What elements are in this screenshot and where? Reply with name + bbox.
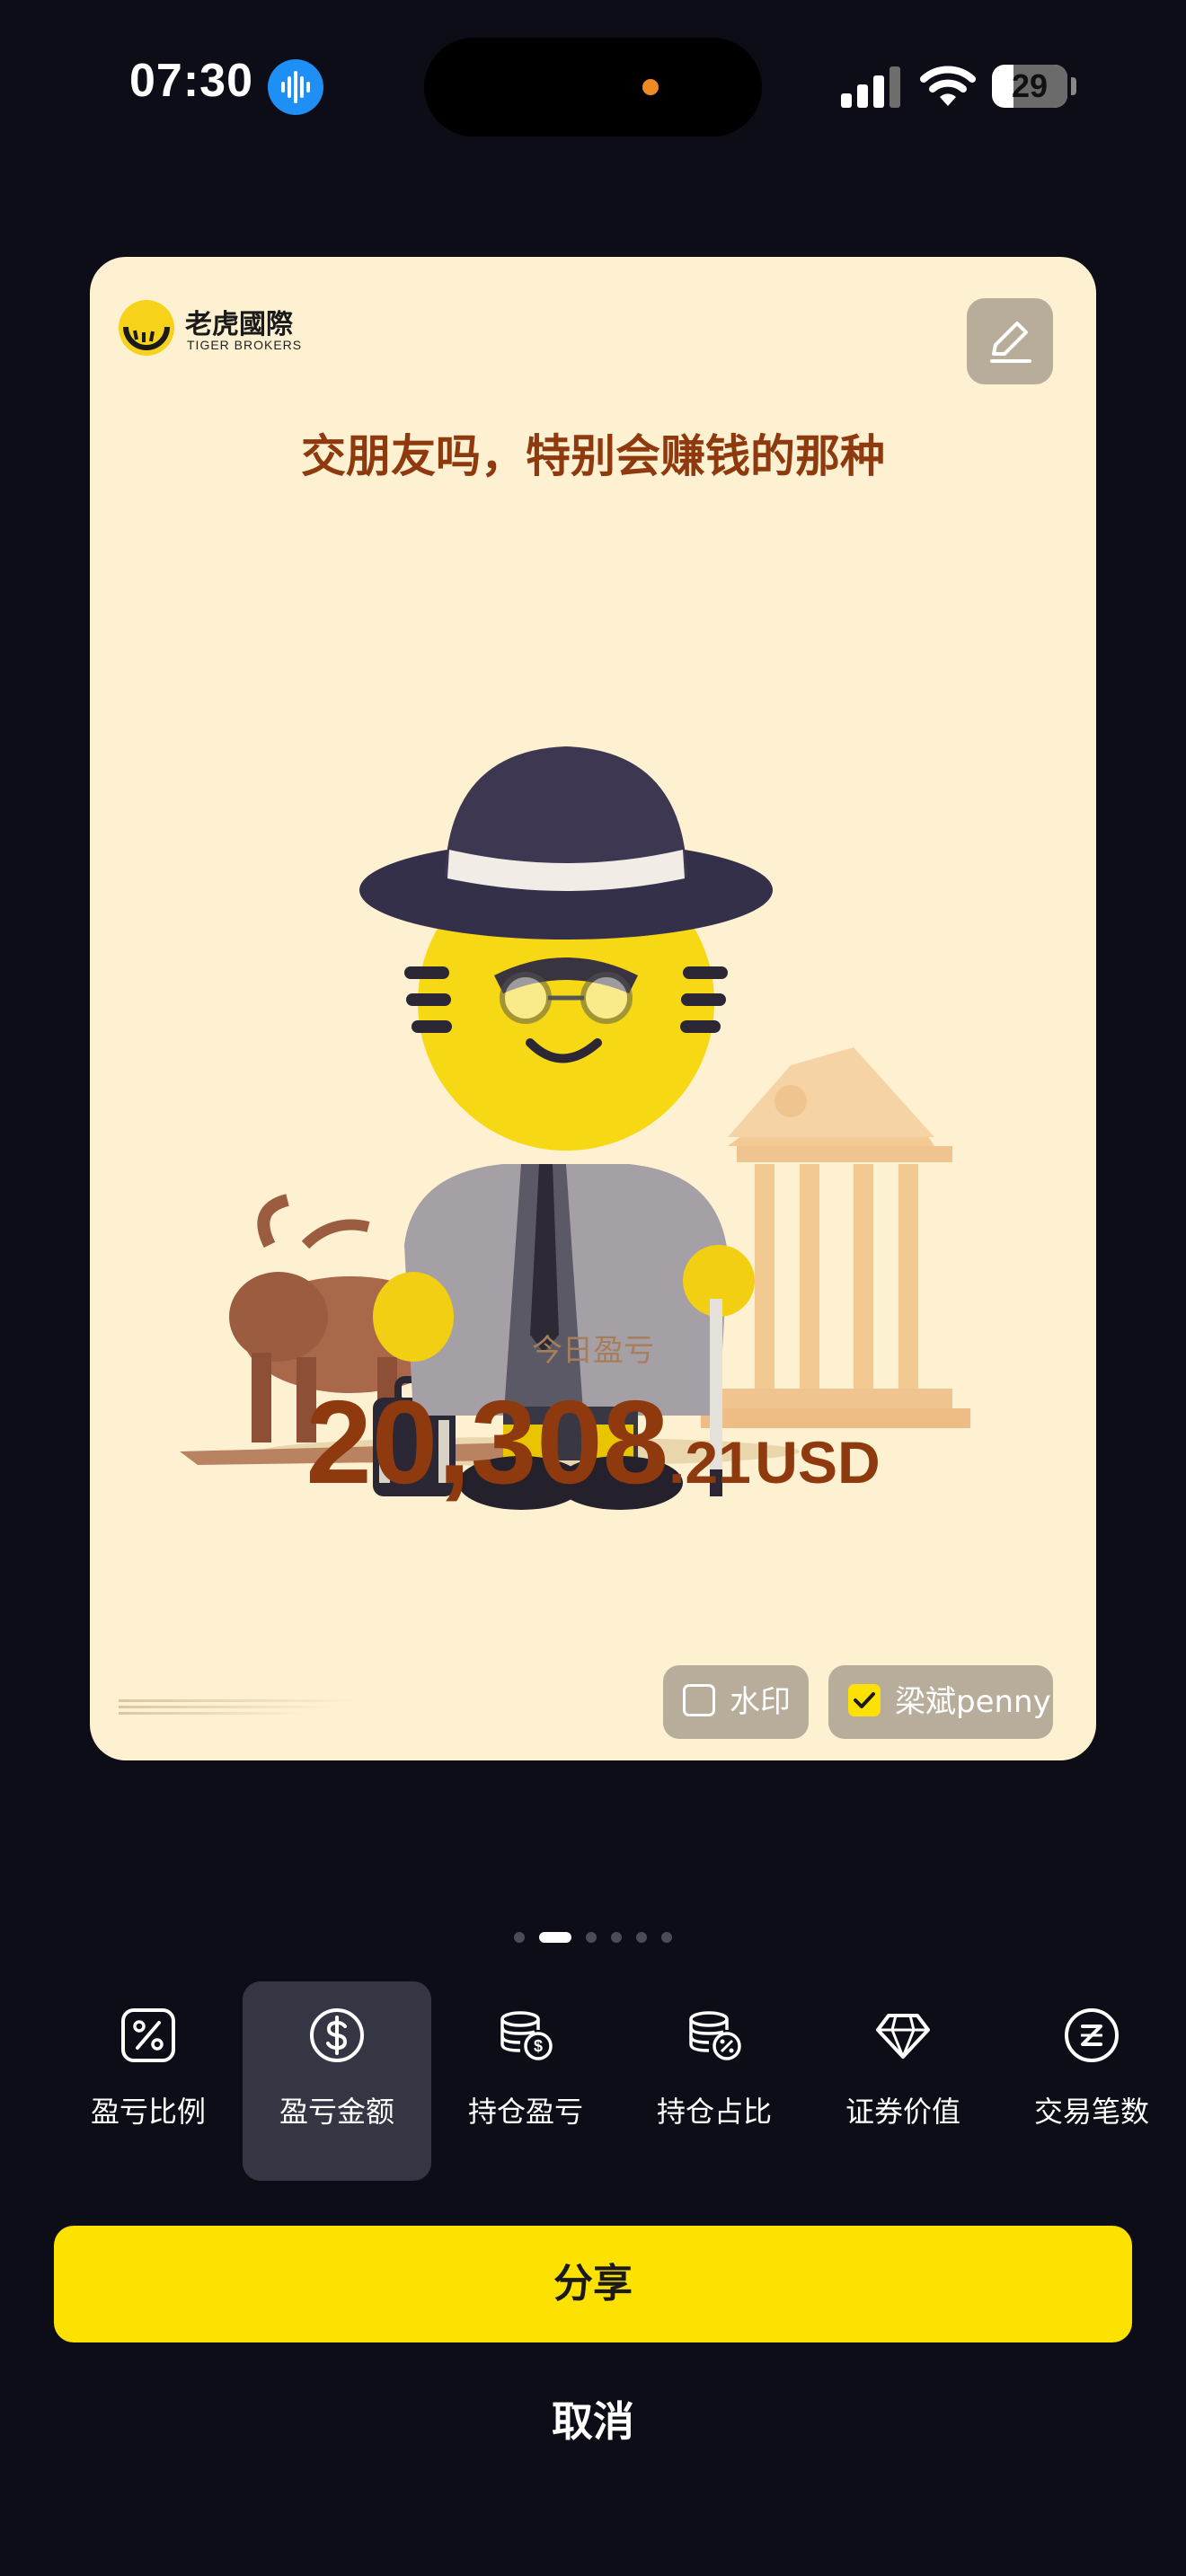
tab-pnl-amount[interactable]: 盈亏金额 [243,1981,431,2181]
tab-label: 盈亏金额 [279,2095,394,2129]
brand-name-cn: 老虎國際 [185,309,293,340]
tiger-logo-icon [119,300,174,356]
cancel-button-label: 取消 [552,2397,634,2446]
pnl-amount-decimal: .21 [668,1429,751,1495]
share-button[interactable]: 分享 [54,2226,1132,2342]
tab-label: 证券价值 [845,2095,960,2129]
pencil-icon [990,322,1031,363]
bowler-hat-icon [359,746,773,940]
tab-position-share[interactable]: 持仓占比 [620,1981,809,2181]
coins-dollar-icon: $ [500,2011,553,2060]
status-time: 07:30 [129,55,253,107]
tab-label: 盈亏比例 [90,2095,206,2129]
checkmark-icon [854,1692,875,1708]
brand-name-en: TIGER BROKERS [187,338,303,352]
battery-icon: 29 [992,65,1067,108]
wifi-icon [920,66,976,106]
pnl-label: 今日盈亏 [532,1333,654,1369]
pnl-amount: 20,308.21 USD [90,1374,1096,1510]
page-dot [636,1932,647,1943]
watermark-label: 水印 [730,1684,791,1720]
page-dot [514,1932,525,1943]
dynamic-island [424,38,762,137]
percent-icon [121,2008,175,2062]
dollar-icon [310,2008,364,2062]
privacy-indicator-icon [642,79,659,95]
tab-trade-count[interactable]: 交易笔数 [997,1981,1186,2181]
tab-label: 交易笔数 [1033,2095,1149,2129]
battery-level: 29 [1011,67,1049,104]
page-dot [661,1932,672,1943]
voice-memo-icon[interactable] [268,59,323,115]
page-dot [586,1932,597,1943]
bank-building-icon [701,1047,970,1428]
z-circle-icon [1065,2008,1119,2062]
svg-text:$: $ [534,2037,543,2055]
diamond-icon [876,2014,930,2059]
pnl-amount-integer: 20,308 [305,1376,669,1508]
signal-icon [841,66,900,108]
tab-label: 持仓盈亏 [467,2095,583,2129]
cancel-button[interactable]: 取消 [413,2377,773,2466]
card-headline: 交朋友吗，特别会赚钱的那种 [301,430,885,482]
edit-button[interactable] [967,298,1053,384]
page-dot [539,1932,571,1943]
page-dot [611,1932,622,1943]
battery-cap [1071,77,1076,95]
tab-position-pnl[interactable]: $ 持仓盈亏 [431,1981,620,2181]
watermark-toggle[interactable]: 水印 [663,1665,809,1739]
page-indicator [514,1932,672,1943]
watermark-checkbox[interactable] [683,1684,715,1716]
show-name-label: 梁斌penny [895,1684,1051,1720]
tab-securities-value[interactable]: 证券价值 [809,1981,997,2181]
show-name-toggle[interactable]: 梁斌penny [828,1665,1053,1739]
pnl-currency: USD [755,1429,881,1495]
tab-pnl-ratio[interactable]: 盈亏比例 [54,1981,243,2181]
share-screen: 07:30 29 老虎國際 TIGER BROKERS 交朋友吗，特别会赚钱的那… [0,0,1186,2576]
show-name-checkbox[interactable] [848,1684,881,1716]
coins-percent-icon [689,2011,741,2060]
share-card: 老虎國際 TIGER BROKERS 交朋友吗，特别会赚钱的那种 今日盈亏 20… [90,257,1096,1760]
tab-label: 持仓占比 [656,2095,772,2129]
decorative-dash-lines [119,1699,361,1715]
share-button-label: 分享 [553,2262,633,2306]
